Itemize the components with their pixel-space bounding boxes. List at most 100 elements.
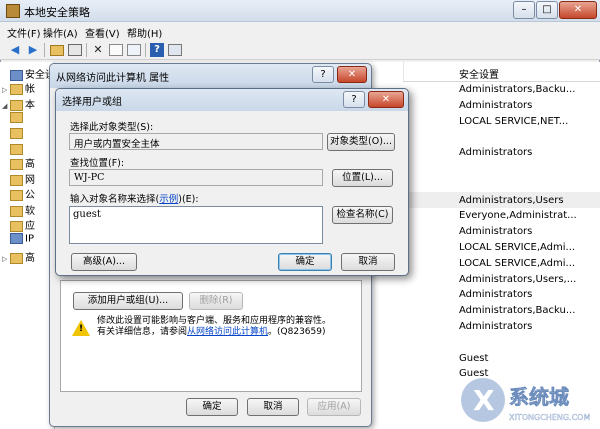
properties-help-button[interactable]: ? xyxy=(312,66,334,83)
toolbar: ◀ ▶ ✕ ? xyxy=(0,40,600,60)
tree-expander-icon[interactable]: ▷ xyxy=(2,255,10,263)
list-row-security-setting[interactable]: LOCAL SERVICE,NET... xyxy=(459,116,568,130)
tree-item[interactable]: 网 xyxy=(2,171,35,186)
remove-button[interactable]: 删除(R) xyxy=(189,292,243,310)
advanced-button[interactable]: 高级(A)... xyxy=(71,253,137,271)
up-folder-icon[interactable] xyxy=(50,45,64,56)
tree-item-label: 网 xyxy=(25,175,35,186)
menu-bar: 文件(F) 操作(A) 查看(V) 帮助(H) xyxy=(0,22,600,40)
toolbar-separator xyxy=(145,43,146,57)
properties-apply-button[interactable]: 应用(A) xyxy=(307,398,361,416)
select-close-button[interactable]: ✕ xyxy=(368,91,404,108)
tree-expander-icon[interactable]: ◢ xyxy=(2,102,10,110)
list-row-security-setting[interactable]: LOCAL SERVICE,Admi... xyxy=(459,242,575,256)
warning-exclamation: ! xyxy=(79,324,84,334)
list-row-security-setting[interactable]: Administrators,Backu... xyxy=(459,305,575,319)
list-row-security-setting[interactable]: LOCAL SERVICE,Admi... xyxy=(459,258,575,272)
select-cancel-button[interactable]: 取消 xyxy=(341,253,395,271)
tree-pane[interactable]: 安全设 ▷ 帐 ◢ 本高网公软应 IP ▷ 高 xyxy=(0,62,55,429)
list-column-header[interactable] xyxy=(403,62,600,82)
folder-icon xyxy=(10,99,23,111)
select-help-button[interactable]: ? xyxy=(343,91,365,108)
list-row-security-setting[interactable]: Administrators xyxy=(459,100,532,114)
tree-item[interactable]: ▷ 高 xyxy=(2,249,35,264)
main-titlebar[interactable] xyxy=(0,0,600,22)
tree-item[interactable] xyxy=(2,112,25,126)
warning-help-link[interactable]: 从网络访问此计算机 xyxy=(187,327,268,337)
tree-item[interactable]: 高 xyxy=(2,155,35,170)
list-row-security-setting[interactable]: Administrators,Users xyxy=(459,195,564,209)
warning-text-prefix: 有关详细信息，请参阅 xyxy=(97,327,188,337)
location-label: 查找位置(F): xyxy=(70,158,125,169)
list-row-security-setting[interactable]: Administrators,Users,... xyxy=(459,274,576,288)
warning-kb-reference: 。(Q823659) xyxy=(268,327,326,337)
add-user-or-group-button[interactable]: 添加用户或组(U)... xyxy=(73,292,183,310)
minimize-button[interactable]: – xyxy=(513,1,535,19)
folder-icon xyxy=(10,233,23,244)
show-hide-tree-icon[interactable] xyxy=(68,44,82,56)
delete-icon[interactable]: ✕ xyxy=(91,43,105,57)
list-row-security-setting[interactable]: Administrators,Backu... xyxy=(459,84,575,98)
list-row-security-setting[interactable]: Guest xyxy=(459,353,488,367)
export-list-icon[interactable] xyxy=(127,44,141,56)
folder-icon xyxy=(10,144,23,155)
properties-close-button[interactable]: ✕ xyxy=(337,66,367,83)
tree-item[interactable]: IP xyxy=(2,233,34,247)
tree-item[interactable]: 公 xyxy=(2,186,35,201)
object-type-field: 用户或内置安全主体 xyxy=(69,133,323,150)
list-row-security-setting[interactable]: Administrators xyxy=(459,289,532,303)
help-icon[interactable]: ? xyxy=(150,43,164,57)
tree-item[interactable]: 软 xyxy=(2,202,35,217)
properties-dialog-title: 从网络访问此计算机 属性 xyxy=(56,73,170,84)
tree-item-label: 高 xyxy=(25,253,35,264)
tree-item[interactable]: 安全设 xyxy=(2,66,55,81)
menu-file[interactable]: 文件(F) xyxy=(7,25,41,40)
tree-item[interactable] xyxy=(2,128,25,142)
names-label-prefix: 输入对象名称来选择( xyxy=(70,194,160,205)
select-dialog-title: 选择用户或组 xyxy=(62,97,122,108)
check-names-button[interactable]: 检查名称(C) xyxy=(332,206,393,224)
list-row-security-setting[interactable]: Administrators xyxy=(459,226,532,240)
toolbar-separator xyxy=(86,43,87,57)
tree-item-label: 应 xyxy=(25,221,35,232)
list-row-security-setting[interactable]: Administrators xyxy=(459,321,532,335)
folder-icon xyxy=(10,205,23,217)
maximize-button[interactable]: □ xyxy=(536,1,558,19)
column-header-security-setting[interactable]: 安全设置 xyxy=(459,66,499,81)
folder-icon xyxy=(10,158,23,170)
tree-item[interactable]: ◢ 本 xyxy=(2,96,35,111)
tree-item-label: 本 xyxy=(25,100,35,111)
close-button[interactable]: ✕ xyxy=(559,1,597,19)
object-types-button[interactable]: 对象类型(O)... xyxy=(327,133,395,151)
tree-item-label: 帐 xyxy=(25,84,35,95)
list-row-security-setting[interactable]: Everyone,Administrat... xyxy=(459,210,577,224)
names-label: 输入对象名称来选择(示例)(E): xyxy=(70,191,199,205)
tree-item[interactable]: 应 xyxy=(2,217,35,232)
select-users-dialog: 选择用户或组 ? ✕ 选择此对象类型(S): 用户或内置安全主体 对象类型(O)… xyxy=(55,88,409,276)
names-label-suffix: )(E): xyxy=(178,194,199,205)
properties-icon[interactable] xyxy=(109,44,123,56)
locations-button[interactable]: 位置(L)... xyxy=(332,169,393,187)
object-names-input[interactable]: guest xyxy=(69,206,323,244)
object-type-label: 选择此对象类型(S): xyxy=(70,122,154,133)
folder-icon xyxy=(10,220,23,232)
forward-arrow-icon[interactable]: ▶ xyxy=(26,43,40,57)
select-ok-button[interactable]: 确定 xyxy=(278,253,332,271)
examples-link[interactable]: 示例 xyxy=(159,194,178,205)
menu-action[interactable]: 操作(A) xyxy=(43,25,78,40)
watermark-brand-text: 系统城 xyxy=(509,385,569,409)
tree-item-label: 软 xyxy=(25,206,35,217)
watermark-url-text: XITONGCHENG.COM xyxy=(509,413,590,422)
properties-ok-button[interactable]: 确定 xyxy=(186,398,238,416)
tree-expander-icon[interactable]: ▷ xyxy=(2,86,10,94)
list-row-security-setting[interactable]: Administrators xyxy=(459,147,532,161)
folder-icon xyxy=(10,69,23,81)
xitongcheng-watermark-logo: X 系统城 XITONGCHENG.COM xyxy=(461,378,591,422)
menu-help[interactable]: 帮助(H) xyxy=(127,25,162,40)
svg-text:X: X xyxy=(473,384,495,417)
mmc-icon[interactable] xyxy=(168,44,182,56)
back-arrow-icon[interactable]: ◀ xyxy=(8,43,22,57)
menu-view[interactable]: 查看(V) xyxy=(85,25,120,40)
properties-cancel-button[interactable]: 取消 xyxy=(247,398,299,416)
tree-item[interactable]: ▷ 帐 xyxy=(2,80,35,95)
